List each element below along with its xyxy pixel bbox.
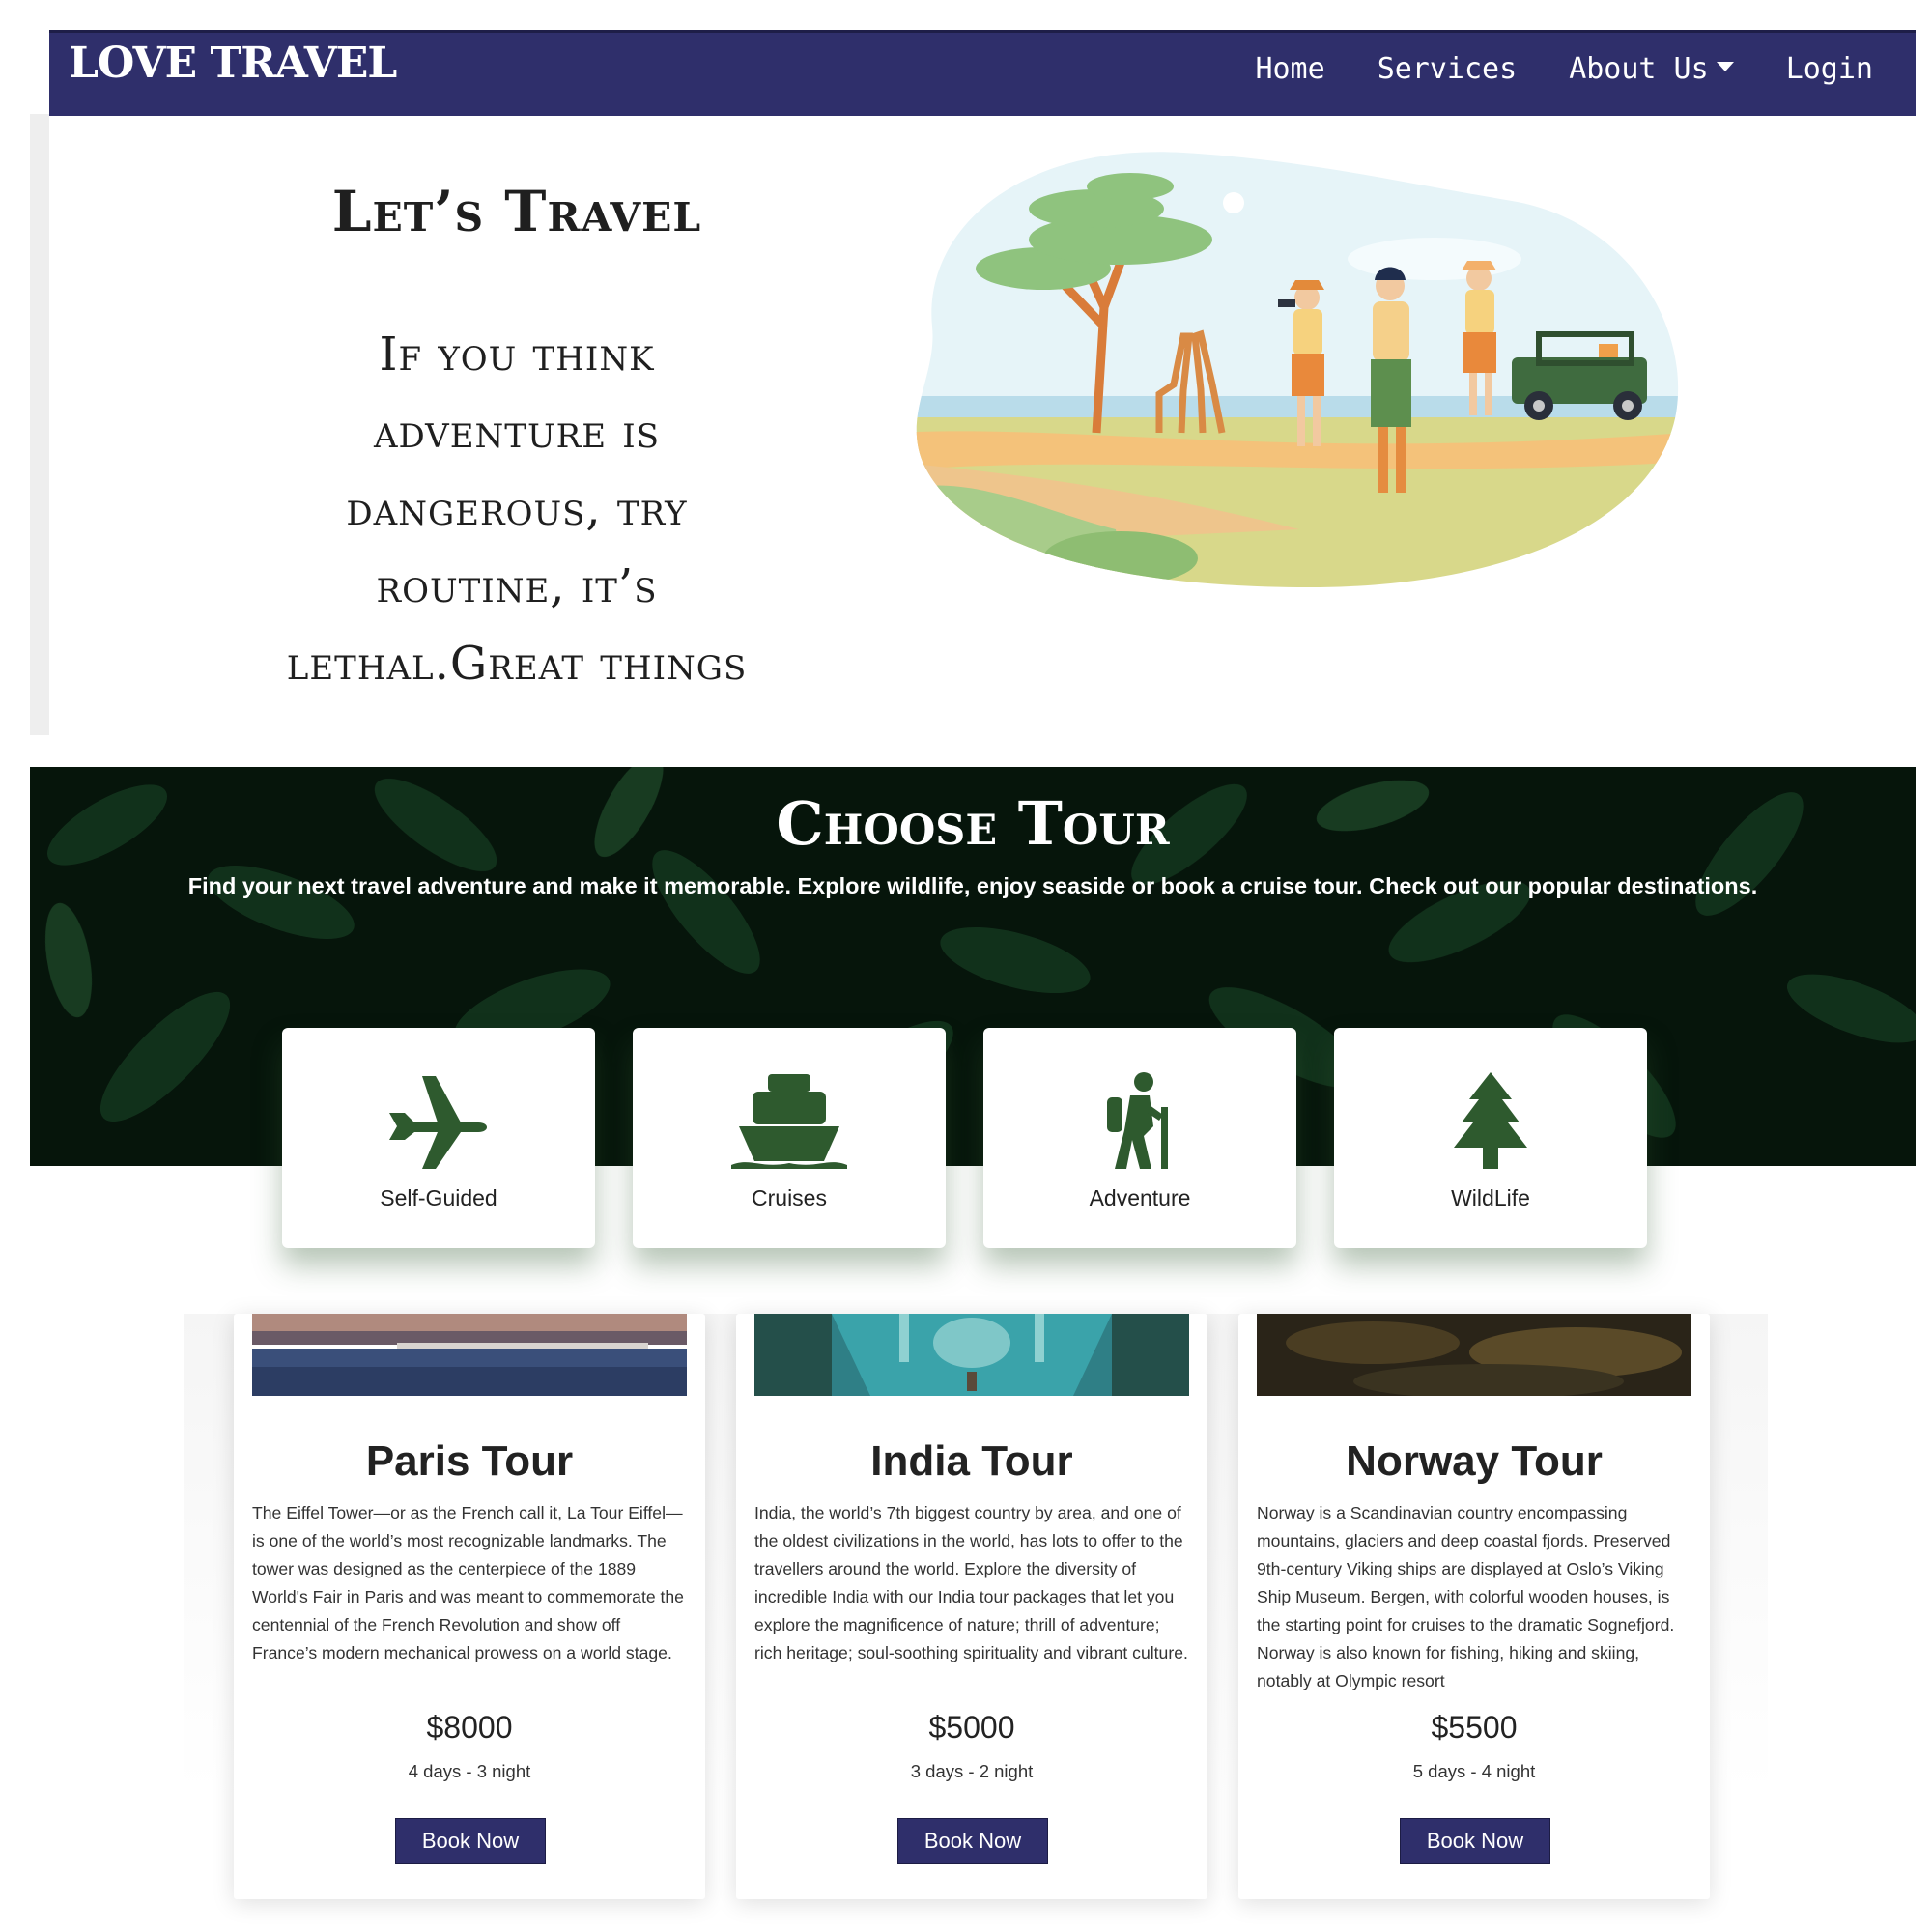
norway-forest-photo [1257, 1314, 1691, 1396]
tour-description: The Eiffel Tower—or as the French call i… [252, 1503, 684, 1662]
category-cruises[interactable]: Cruises [633, 1028, 946, 1248]
tour-description: Norway is a Scandinavian country encompa… [1257, 1503, 1675, 1690]
safari-illustration [916, 152, 1679, 588]
category-self-guided[interactable]: Self-Guided [282, 1028, 595, 1248]
hero-quote-line: adventure is [373, 404, 661, 459]
nav-links: Home Services About Us Login [1255, 52, 1873, 86]
category-wildlife[interactable]: WildLife [1334, 1028, 1647, 1248]
choose-tour-title: Choose Tour [776, 788, 1170, 859]
caret-down-icon [1716, 61, 1734, 71]
hero-quote-line: lethal.Great things [286, 636, 748, 691]
ship-icon [731, 1074, 847, 1169]
tree-icon [1454, 1072, 1527, 1169]
navbar: LOVE TRAVEL Home Services About Us Login [49, 30, 1916, 116]
nav-about-us-dropdown[interactable]: About Us [1569, 52, 1734, 86]
book-now-button[interactable]: Book Now [395, 1818, 546, 1864]
paris-river-photo [252, 1314, 687, 1396]
nav-services[interactable]: Services [1378, 52, 1518, 86]
hiker-icon [1107, 1072, 1168, 1169]
category-adventure[interactable]: Adventure [983, 1028, 1296, 1248]
plane-icon [389, 1076, 487, 1169]
tour-title: Norway Tour [1346, 1437, 1603, 1485]
category-label: WildLife [1451, 1185, 1530, 1210]
tour-description: India, the world’s 7th biggest country b… [754, 1503, 1188, 1662]
tour-duration: 4 days - 3 night [408, 1761, 531, 1781]
hero-quote-line: dangerous, try [346, 481, 688, 536]
book-now-button[interactable]: Book Now [897, 1818, 1048, 1864]
left-divider [30, 114, 49, 735]
hero-quote: If you think adventure is dangerous, try… [203, 316, 831, 702]
tour-card-norway: Norway Tour Norway is a Scandinavian cou… [1238, 1314, 1710, 1899]
hero-text: Let’s Travel If you think adventure is d… [203, 179, 831, 702]
tour-title: India Tour [870, 1437, 1073, 1485]
tour-card-paris: Paris Tour The Eiffel Tower—or as the Fr… [234, 1314, 705, 1899]
category-label: Adventure [1089, 1185, 1191, 1210]
tour-price: $5000 [928, 1710, 1015, 1745]
category-label: Cruises [752, 1185, 827, 1210]
tour-duration: 5 days - 4 night [1412, 1761, 1536, 1781]
tour-price: $5500 [1431, 1710, 1518, 1745]
taj-mahal-reflection-photo [754, 1314, 1189, 1396]
tour-title: Paris Tour [365, 1437, 574, 1485]
nav-home[interactable]: Home [1255, 52, 1324, 86]
category-label: Self-Guided [380, 1185, 497, 1210]
tour-price: $8000 [426, 1710, 513, 1745]
nav-login[interactable]: Login [1786, 52, 1873, 86]
hero-title: Let’s Travel [331, 179, 702, 244]
hero-quote-line: If you think [379, 327, 655, 382]
brand-logo[interactable]: LOVE TRAVEL [69, 39, 397, 88]
tour-card-india: India Tour India, the world’s 7th bigges… [736, 1314, 1208, 1899]
tour-duration: 3 days - 2 night [910, 1761, 1034, 1781]
book-now-button[interactable]: Book Now [1400, 1818, 1550, 1864]
hero-quote-line: routine, it’s [376, 558, 658, 613]
nav-about-us-label: About Us [1569, 52, 1709, 86]
choose-tour-subtitle: Find your next travel adventure and make… [187, 873, 1758, 898]
